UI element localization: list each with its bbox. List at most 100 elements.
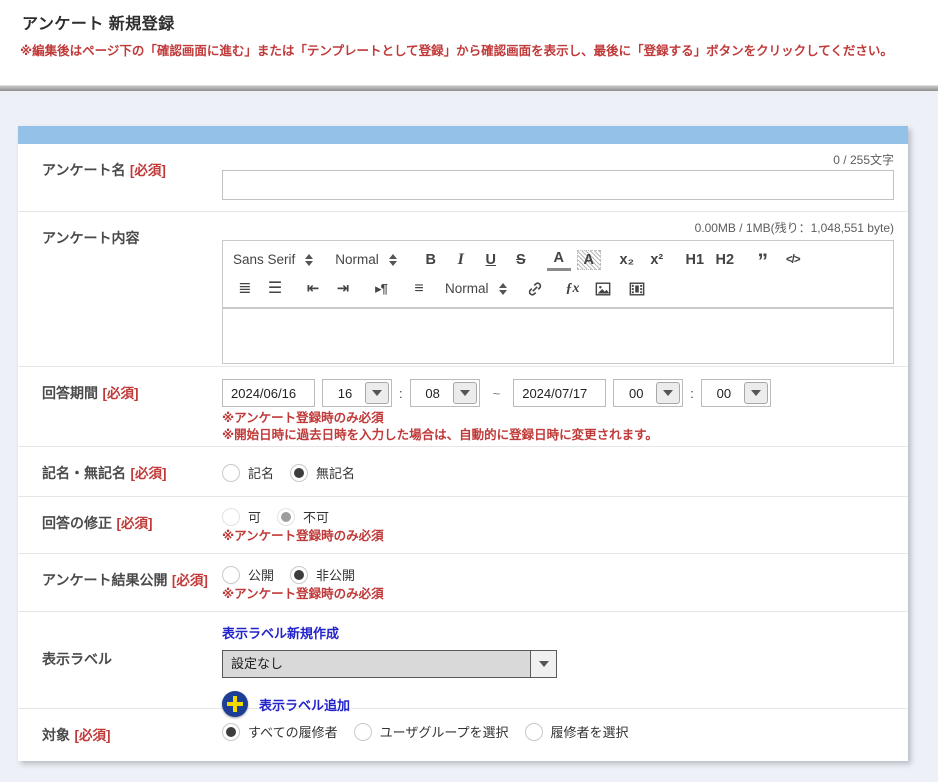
radio-circle-icon [354,723,372,741]
font-picker-value: Sans Serif [233,252,295,267]
underline-icon[interactable]: U [479,247,503,273]
char-counter: 0 / 255文字 [222,144,894,168]
survey-name-input[interactable] [222,170,894,200]
edit-warning: ※編集後はページ下の「確認画面に進む」または「テンプレートとして登録」から確認画… [10,43,928,59]
chevron-down-icon [539,661,549,667]
time-colon: : [690,386,694,401]
anonymity-label: 記名・無記名 [42,465,126,481]
subscript-icon[interactable]: x₂ [615,247,639,273]
ordered-list-icon[interactable]: ≣ [233,276,257,302]
note-past-date: ※開始日時に過去日時を入力した場合は、自動的に登録日時に変更されます。 [222,427,894,444]
start-hour-input[interactable] [325,386,365,401]
period-label: 回答期間 [42,385,98,401]
heading2-icon[interactable]: H2 [713,247,737,273]
radio-option-public[interactable]: 公開 [222,565,274,584]
align-icon[interactable]: ≡ [407,276,431,302]
select-arrow-button[interactable] [530,651,556,677]
radio-option-user-group[interactable]: ユーザグループを選択 [354,722,509,741]
radio-option-named[interactable]: 記名 [222,463,274,482]
updown-arrows-icon [389,254,397,266]
end-hour-input[interactable] [616,386,656,401]
image-icon[interactable] [595,276,619,302]
chevron-down-icon [751,390,761,396]
radio-option-select-students[interactable]: 履修者を選択 [525,722,629,741]
row-display-label: 表示ラベル 表示ラベル新規作成 設定なし 表示ラベル追加 [18,611,908,708]
required-badge: [必須] [130,163,166,178]
result-label: アンケート結果公開 [42,572,167,588]
required-badge: [必須] [130,466,166,481]
radio-option-anonymous[interactable]: 無記名 [290,463,355,482]
bullet-list-icon[interactable]: ☰ [263,276,287,302]
indent-icon[interactable]: ⇥ [331,276,355,302]
end-hour-dropdown-button[interactable] [656,382,680,404]
code-block-icon[interactable]: </> [781,247,805,273]
radio-option-all-students[interactable]: すべての履修者 [222,722,338,741]
bold-icon[interactable]: B [419,247,443,273]
editor-toolbar: Sans Serif Normal [222,240,894,308]
radio-circle-icon [222,464,240,482]
radio-circle-icon [525,723,543,741]
outdent-icon[interactable]: ⇤ [301,276,325,302]
panel-accent-bar [18,126,908,144]
text-direction-icon[interactable]: ▸¶ [369,276,393,302]
header-picker-value: Normal [335,252,379,267]
radio-circle-icon [277,508,295,526]
end-hour-spinner [613,379,683,407]
target-label: 対象 [42,727,70,743]
start-hour-dropdown-button[interactable] [365,382,389,404]
video-icon[interactable] [629,276,653,302]
note-required-only: ※アンケート登録時のみ必須 [222,410,894,427]
blockquote-icon[interactable]: ” [751,247,775,273]
radio-circle-icon [222,723,240,741]
create-display-label-link[interactable]: 表示ラベル新規作成 [222,626,339,641]
radio-circle-icon [222,566,240,584]
end-minute-spinner [701,379,771,407]
content-background: アンケート名 [必須] 0 / 255文字 アンケート内容 0.00MB / 1… [0,91,938,782]
row-survey-content: アンケート内容 0.00MB / 1MB(残り：1,048,551 byte) … [18,211,908,366]
end-minute-dropdown-button[interactable] [744,382,768,404]
row-target: 対象 [必須] すべての履修者 ユーザグループを選択 [18,708,908,761]
start-minute-spinner [410,379,480,407]
modify-label: 回答の修正 [42,515,112,531]
text-color-icon[interactable]: A [547,249,571,271]
start-hour-spinner [322,379,392,407]
radio-option-private[interactable]: 非公開 [290,565,355,584]
size-picker[interactable]: Normal [445,281,507,296]
plus-icon [222,691,248,717]
superscript-icon[interactable]: x² [645,247,669,273]
chevron-down-icon [460,390,470,396]
end-date-input[interactable] [513,379,606,407]
chevron-down-icon [663,390,673,396]
chevron-down-icon [372,390,382,396]
header-picker[interactable]: Normal [335,252,397,267]
start-date-input[interactable] [222,379,315,407]
start-minute-input[interactable] [413,386,453,401]
row-survey-name: アンケート名 [必須] 0 / 255文字 [18,144,908,211]
editor-content-area[interactable] [222,308,894,364]
radio-circle-icon [290,566,308,584]
row-anonymity: 記名・無記名 [必須] 記名 無記名 [18,446,908,496]
link-icon[interactable] [527,276,551,302]
survey-registration-page: アンケート 新規登録 ※編集後はページ下の「確認画面に進む」または「テンプレート… [0,0,938,782]
survey-form-panel: アンケート名 [必須] 0 / 255文字 アンケート内容 0.00MB / 1… [18,126,908,761]
formula-icon[interactable]: ƒx [561,276,585,302]
required-badge: [必須] [102,386,138,401]
required-badge: [必須] [116,516,152,531]
heading1-icon[interactable]: H1 [683,247,707,273]
strikethrough-icon[interactable]: S [509,247,533,273]
radio-option-allow[interactable]: 可 [222,507,261,526]
end-minute-input[interactable] [704,386,744,401]
survey-content-label: アンケート内容 [42,230,139,246]
display-label-select[interactable]: 設定なし [222,650,557,678]
size-counter: 0.00MB / 1MB(残り：1,048,551 byte) [222,212,894,236]
survey-name-label: アンケート名 [42,162,125,178]
page-title: アンケート 新規登録 [22,10,928,34]
italic-icon[interactable]: I [449,247,473,273]
font-picker[interactable]: Sans Serif [233,252,313,267]
row-result-publication: アンケート結果公開 [必須] 公開 非公開 ※アンケート登録 [18,553,908,611]
updown-arrows-icon [305,254,313,266]
radio-option-deny[interactable]: 不可 [277,507,329,526]
start-minute-dropdown-button[interactable] [453,382,477,404]
note-required-only: ※アンケート登録時のみ必須 [222,528,894,545]
background-color-icon[interactable]: A [577,250,601,270]
